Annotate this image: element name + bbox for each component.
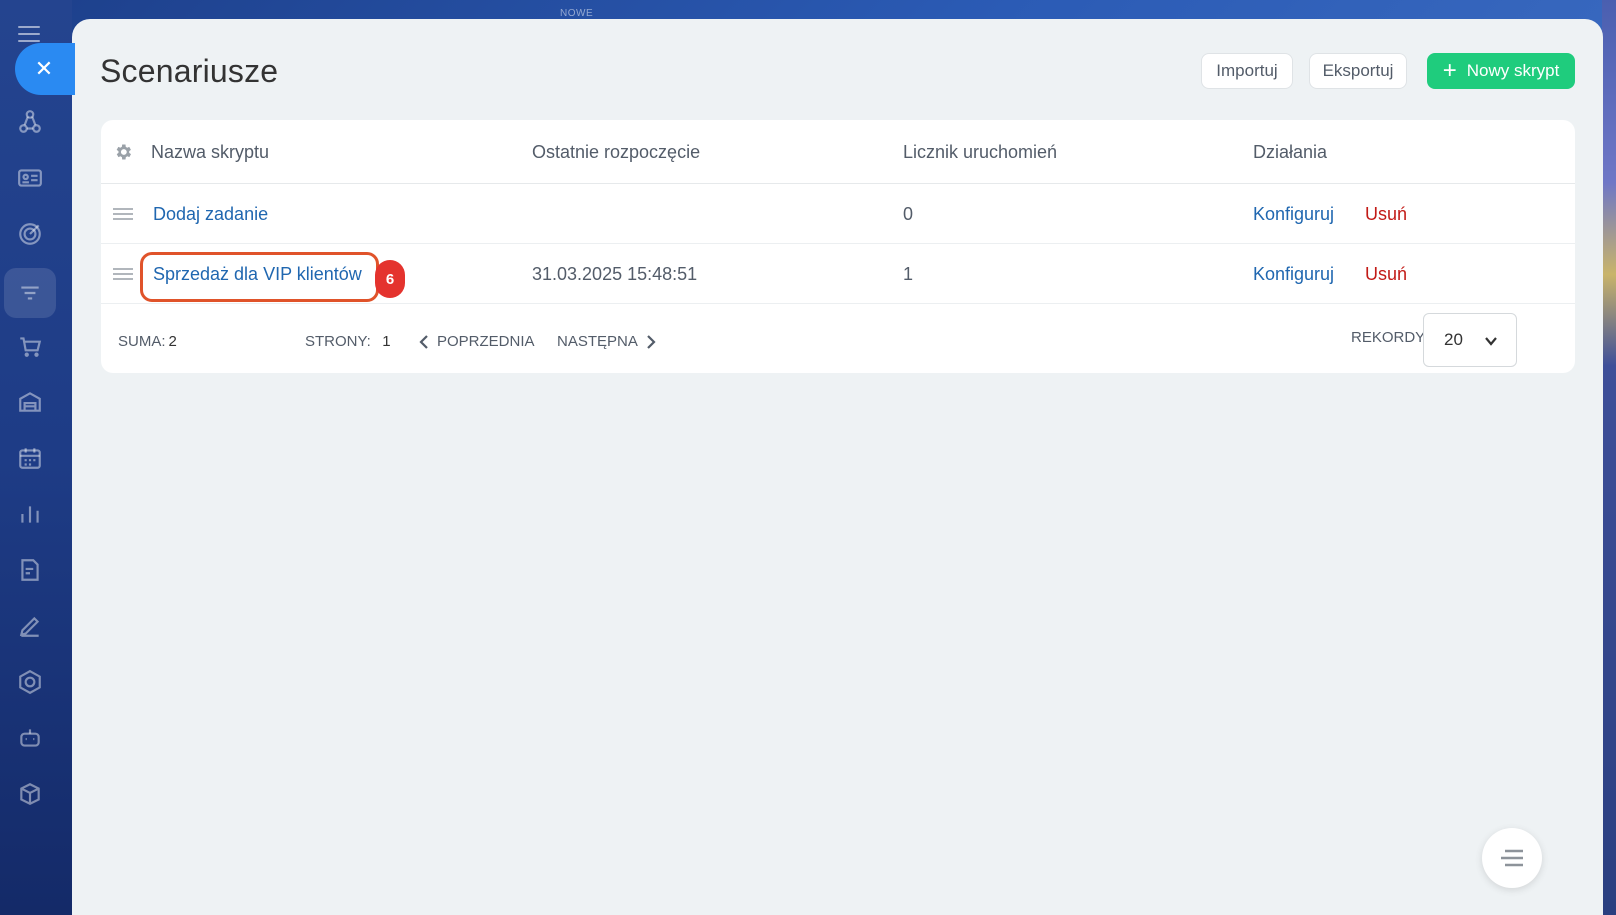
filter-funnel-icon[interactable] [4,268,56,318]
scripts-table: Nazwa skryptu Ostatnie rozpoczęcie Liczn… [101,120,1575,373]
warehouse-icon[interactable] [14,386,46,418]
delete-link[interactable]: Usuń [1365,204,1407,225]
prev-page-label: POPRZEDNIA [437,333,535,350]
chevron-right-icon [647,334,656,349]
script-name-link[interactable]: Dodaj zadanie [153,204,268,225]
column-header-run-count[interactable]: Licznik uruchomień [903,142,1057,163]
run-count-value: 0 [903,204,914,224]
close-panel-button[interactable]: ✕ [15,43,75,95]
pages-value: 1 [382,333,391,350]
configure-link[interactable]: Konfiguruj [1253,264,1334,285]
total-label: SUMA: [118,333,166,350]
list-icon [1501,849,1523,867]
new-script-button[interactable]: + Nowy skrypt [1427,53,1575,89]
chevron-left-icon [419,334,428,349]
document-edit-icon[interactable] [14,554,46,586]
pages-label: STRONY: [305,333,371,350]
column-header-actions: Działania [1253,142,1328,162]
records-per-page-value: 20 [1444,330,1463,349]
script-name-link[interactable]: Sprzedaż dla VIP klientów [153,264,362,285]
export-button[interactable]: Eksportuj [1309,53,1407,89]
prev-page-button[interactable]: POPRZEDNIA [419,333,535,350]
analytics-icon[interactable] [14,498,46,530]
next-page-label: NASTĘPNA [557,333,638,350]
background-right-strip [1602,0,1616,915]
drag-handle-icon[interactable] [113,208,133,220]
background-hint-text: NOWE [560,8,594,19]
target-icon[interactable] [14,218,46,250]
table-footer: SUMA: 2 STRONY: 1 POPRZEDNIA NASTĘPNA REK… [101,304,1575,373]
close-icon: ✕ [34,56,54,81]
next-page-button[interactable]: NASTĘPNA [557,333,656,350]
annotation-step-badge: 6 [375,260,405,298]
delete-link[interactable]: Usuń [1365,264,1407,285]
configure-link[interactable]: Konfiguruj [1253,204,1334,225]
list-menu-button[interactable] [1482,828,1542,888]
app-sidebar [0,0,72,915]
last-start-value: 31.03.2025 15:48:51 [532,264,698,284]
cart-icon[interactable] [14,330,46,362]
column-header-last-start[interactable]: Ostatnie rozpoczęcie [532,142,700,163]
plus-icon: + [1442,57,1457,84]
drag-handle-icon[interactable] [113,268,133,280]
import-button[interactable]: Importuj [1201,53,1293,89]
table-header: Nazwa skryptu Ostatnie rozpoczęcie Liczn… [101,120,1575,184]
total-count: SUMA: 2 [118,333,177,350]
table-row: Dodaj zadanie 0 Konfiguruj Usuń [101,184,1575,244]
pen-icon[interactable] [14,610,46,642]
table-row: 6 Sprzedaż dla VIP klientów 31.03.2025 1… [101,244,1575,304]
hexagon-icon[interactable] [14,666,46,698]
chevron-down-icon [1485,337,1497,346]
pages-count: STRONY: 1 [305,333,391,350]
new-script-label: Nowy skrypt [1466,61,1560,80]
crm-icon[interactable] [14,106,46,138]
scripts-panel: Scenariusze Importuj Eksportuj + Nowy sk… [72,19,1603,915]
calendar-icon[interactable] [14,442,46,474]
column-header-name[interactable]: Nazwa skryptu [151,142,269,163]
menu-icon[interactable] [18,26,40,42]
robot-icon[interactable] [14,722,46,754]
total-value: 2 [168,333,177,350]
contact-card-icon[interactable] [14,162,46,194]
records-per-page-select[interactable]: 20 [1423,313,1517,367]
records-label: REKORDY: [1351,329,1429,346]
gear-icon[interactable] [113,142,133,162]
box-icon[interactable] [14,778,46,810]
run-count-value: 1 [903,264,914,284]
page-title: Scenariusze [100,53,279,89]
